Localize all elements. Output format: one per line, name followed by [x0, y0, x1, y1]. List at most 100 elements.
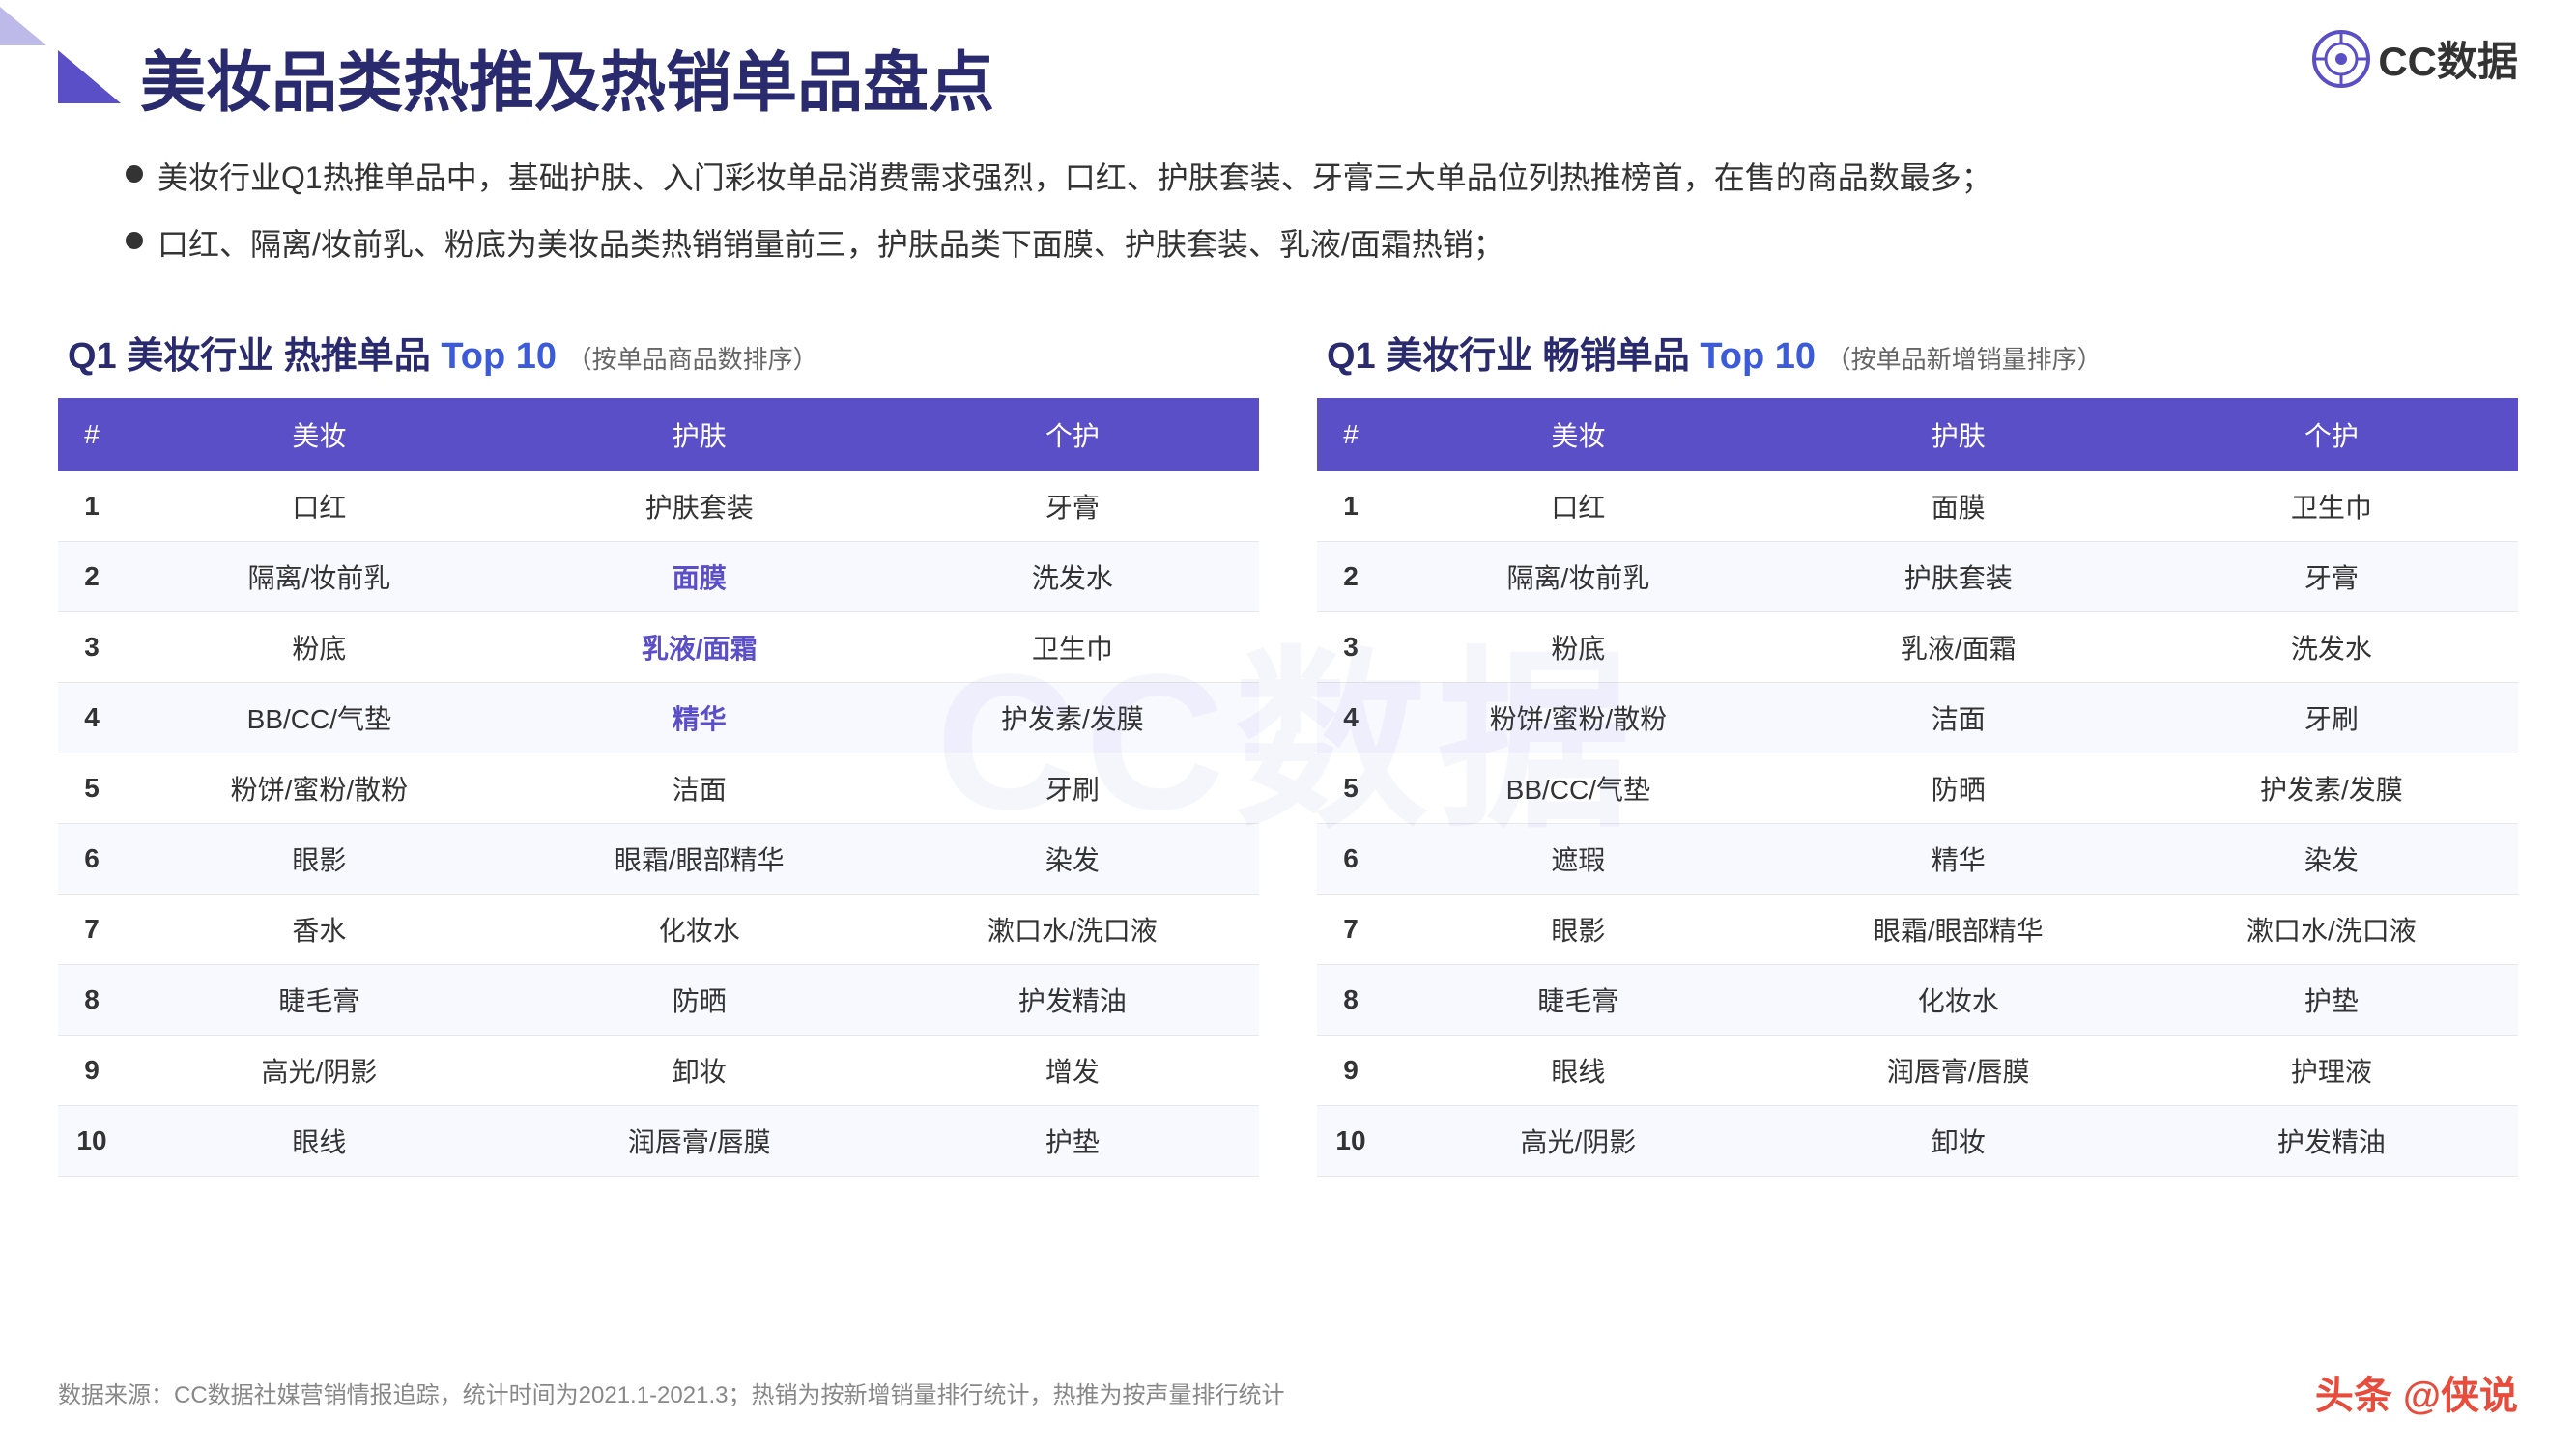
table-cell: 洗发水 — [2145, 612, 2518, 683]
table-cell: 口红 — [1385, 471, 1772, 542]
table-cell: 香水 — [126, 895, 513, 965]
table-row: 1口红面膜卫生巾 — [1317, 471, 2518, 542]
cell-rank: 1 — [1317, 471, 1385, 542]
cell-rank: 8 — [1317, 965, 1385, 1036]
table-row: 5粉饼/蜜粉/散粉洁面牙刷 — [58, 753, 1259, 824]
table-cell: 防晒 — [1772, 753, 2145, 824]
table2-header-makeup: 美妆 — [1385, 398, 1772, 471]
table-cell: 漱口水/洗口液 — [2145, 895, 2518, 965]
table-cell: 精华 — [513, 683, 886, 753]
table-row: 9眼线润唇膏/唇膜护理液 — [1317, 1036, 2518, 1106]
table-cell: 眼霜/眼部精华 — [1772, 895, 2145, 965]
table-cell: 卫生巾 — [2145, 471, 2518, 542]
table-cell: 高光/阴影 — [126, 1036, 513, 1106]
table1-title: Q1 美妆行业 热推单品 Top 10 （按单品商品数排序） — [58, 326, 1259, 379]
bullet-dot-1 — [126, 165, 143, 183]
table-row: 3粉底乳液/面霜卫生巾 — [58, 612, 1259, 683]
table-cell: 牙刷 — [886, 753, 1259, 824]
table-cell: 护肤套装 — [513, 471, 886, 542]
table-row: 10眼线润唇膏/唇膜护垫 — [58, 1106, 1259, 1177]
cell-rank: 3 — [1317, 612, 1385, 683]
table-cell: 面膜 — [513, 542, 886, 612]
logo: CC数据 — [2312, 29, 2518, 88]
cell-rank: 10 — [1317, 1106, 1385, 1177]
table-cell: 眼影 — [1385, 895, 1772, 965]
table-row: 2隔离/妆前乳护肤套装牙膏 — [1317, 542, 2518, 612]
table2-title: Q1 美妆行业 畅销单品 Top 10 （按单品新增销量排序） — [1317, 326, 2518, 379]
table-cell: 眼线 — [1385, 1036, 1772, 1106]
title-arrow-decoration — [58, 50, 121, 103]
table-row: 5BB/CC/气垫防晒护发素/发膜 — [1317, 753, 2518, 824]
table-row: 8睫毛膏化妆水护垫 — [1317, 965, 2518, 1036]
table-cell: 染发 — [886, 824, 1259, 895]
table-cell: BB/CC/气垫 — [1385, 753, 1772, 824]
table-cell: 洗发水 — [886, 542, 1259, 612]
table2-header-rank: # — [1317, 398, 1385, 471]
table-row: 2隔离/妆前乳面膜洗发水 — [58, 542, 1259, 612]
table-cell: 粉底 — [126, 612, 513, 683]
table-row: 9高光/阴影卸妆增发 — [58, 1036, 1259, 1106]
table1-header-rank: # — [58, 398, 126, 471]
footer-brand: 头条 @侠说 — [2315, 1364, 2518, 1420]
table-cell: 眼霜/眼部精华 — [513, 824, 886, 895]
table-cell: 眼线 — [126, 1106, 513, 1177]
title-wrapper: 美妆品类热推及热销单品盘点 — [0, 0, 2576, 134]
table-cell: 护垫 — [886, 1106, 1259, 1177]
table-cell: 护发素/发膜 — [2145, 753, 2518, 824]
table-cell: 洁面 — [513, 753, 886, 824]
cell-rank: 7 — [58, 895, 126, 965]
table-cell: 高光/阴影 — [1385, 1106, 1772, 1177]
bullet-item-1: 美妆行业Q1热推单品中，基础护肤、入门彩妆单品消费需求强烈，口红、护肤套装、牙膏… — [126, 154, 2479, 203]
bullet-list: 美妆行业Q1热推单品中，基础护肤、入门彩妆单品消费需求强烈，口红、护肤套装、牙膏… — [0, 134, 2576, 306]
cell-rank: 9 — [58, 1036, 126, 1106]
table2-subtitle: （按单品新增销量排序） — [1826, 345, 2103, 374]
table-cell: 护发素/发膜 — [886, 683, 1259, 753]
table1-header-personal: 个护 — [886, 398, 1259, 471]
table-cell: 隔离/妆前乳 — [126, 542, 513, 612]
table-cell: 护肤套装 — [1772, 542, 2145, 612]
bullet-text-2: 口红、隔离/妆前乳、粉底为美妆品类热销销量前三，护肤品类下面膜、护肤套装、乳液/… — [157, 220, 1504, 270]
bullet-dot-2 — [126, 232, 143, 249]
table-cell: 眼影 — [126, 824, 513, 895]
table-cell: 卸妆 — [1772, 1106, 2145, 1177]
table-cell: 增发 — [886, 1036, 1259, 1106]
cell-rank: 1 — [58, 471, 126, 542]
table-cell: 睫毛膏 — [1385, 965, 1772, 1036]
tables-section: Q1 美妆行业 热推单品 Top 10 （按单品商品数排序） # 美妆 护肤 个… — [0, 306, 2576, 1196]
table-row: 4粉饼/蜜粉/散粉洁面牙刷 — [1317, 683, 2518, 753]
table1-header-makeup: 美妆 — [126, 398, 513, 471]
table-cell: 润唇膏/唇膜 — [513, 1106, 886, 1177]
cell-rank: 8 — [58, 965, 126, 1036]
table-row: 1口红护肤套装牙膏 — [58, 471, 1259, 542]
table-cell: 面膜 — [1772, 471, 2145, 542]
table-cell: 卫生巾 — [886, 612, 1259, 683]
table-cell: 卸妆 — [513, 1036, 886, 1106]
table-row: 7香水化妆水漱口水/洗口液 — [58, 895, 1259, 965]
table-cell: 染发 — [2145, 824, 2518, 895]
table-cell: 睫毛膏 — [126, 965, 513, 1036]
table-cell: 化妆水 — [1772, 965, 2145, 1036]
table-cell: 漱口水/洗口液 — [886, 895, 1259, 965]
table1-header-row: # 美妆 护肤 个护 — [58, 398, 1259, 471]
table1-title-text: Q1 美妆行业 热推单品 Top 10 — [68, 336, 557, 377]
table-cell: 口红 — [126, 471, 513, 542]
table-cell: 化妆水 — [513, 895, 886, 965]
table-cell: 洁面 — [1772, 683, 2145, 753]
table-cell: 护垫 — [2145, 965, 2518, 1036]
table2: # 美妆 护肤 个护 1口红面膜卫生巾2隔离/妆前乳护肤套装牙膏3粉底乳液/面霜… — [1317, 398, 2518, 1177]
table-cell: 护发精油 — [886, 965, 1259, 1036]
table2-container: Q1 美妆行业 畅销单品 Top 10 （按单品新增销量排序） # 美妆 护肤 … — [1317, 326, 2518, 1177]
cell-rank: 5 — [1317, 753, 1385, 824]
cc-logo-icon — [2312, 30, 2370, 88]
table1-subtitle: （按单品商品数排序） — [567, 345, 818, 374]
cell-rank: 6 — [1317, 824, 1385, 895]
table-row: 6遮瑕精华染发 — [1317, 824, 2518, 895]
cell-rank: 4 — [58, 683, 126, 753]
table-cell: 粉饼/蜜粉/散粉 — [1385, 683, 1772, 753]
table1: # 美妆 护肤 个护 1口红护肤套装牙膏2隔离/妆前乳面膜洗发水3粉底乳液/面霜… — [58, 398, 1259, 1177]
cell-rank: 2 — [1317, 542, 1385, 612]
table-row: 8睫毛膏防晒护发精油 — [58, 965, 1259, 1036]
table-cell: 粉底 — [1385, 612, 1772, 683]
table-row: 7眼影眼霜/眼部精华漱口水/洗口液 — [1317, 895, 2518, 965]
table2-title-text: Q1 美妆行业 畅销单品 Top 10 — [1327, 336, 1816, 377]
